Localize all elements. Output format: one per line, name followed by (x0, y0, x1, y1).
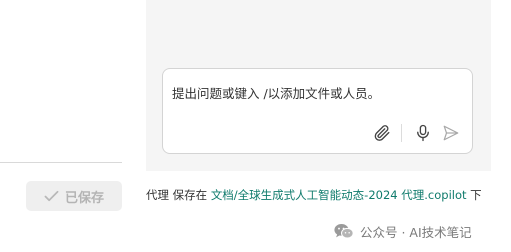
mic-button[interactable] (412, 122, 434, 144)
page: 提出问题或键入 /以添加文件或人员。 已保存 代理 保存在 文档/全球生成式人工… (0, 0, 511, 252)
send-button[interactable] (440, 122, 462, 144)
prompt-placeholder: 提出问题或键入 /以添加文件或人员。 (172, 86, 381, 101)
chat-panel: 提出问题或键入 /以添加文件或人员。 (146, 0, 491, 171)
divider-line (0, 162, 122, 163)
paperclip-icon (374, 125, 390, 141)
microphone-icon (417, 124, 429, 142)
attach-button[interactable] (371, 122, 393, 144)
save-info-prefix: 代理 保存在 (146, 188, 211, 202)
prompt-actions (365, 122, 462, 144)
save-location-text: 代理 保存在 文档/全球生成式人工智能动态-2024 代理.copilot 下 (146, 187, 482, 203)
check-icon (44, 190, 59, 202)
saved-button-label: 已保存 (64, 190, 104, 206)
save-info-suffix: 下 (466, 188, 482, 202)
wechat-icon (334, 223, 354, 240)
saved-button[interactable]: 已保存 (26, 181, 122, 211)
watermark: 公众号 · AI技术笔记 (334, 222, 472, 241)
prompt-input[interactable]: 提出问题或键入 /以添加文件或人员。 (162, 68, 473, 154)
save-path-link[interactable]: 文档/全球生成式人工智能动态-2024 代理.copilot (211, 188, 467, 202)
actions-divider (401, 124, 402, 142)
send-icon (443, 125, 459, 141)
watermark-text: 公众号 · AI技术笔记 (360, 225, 472, 240)
